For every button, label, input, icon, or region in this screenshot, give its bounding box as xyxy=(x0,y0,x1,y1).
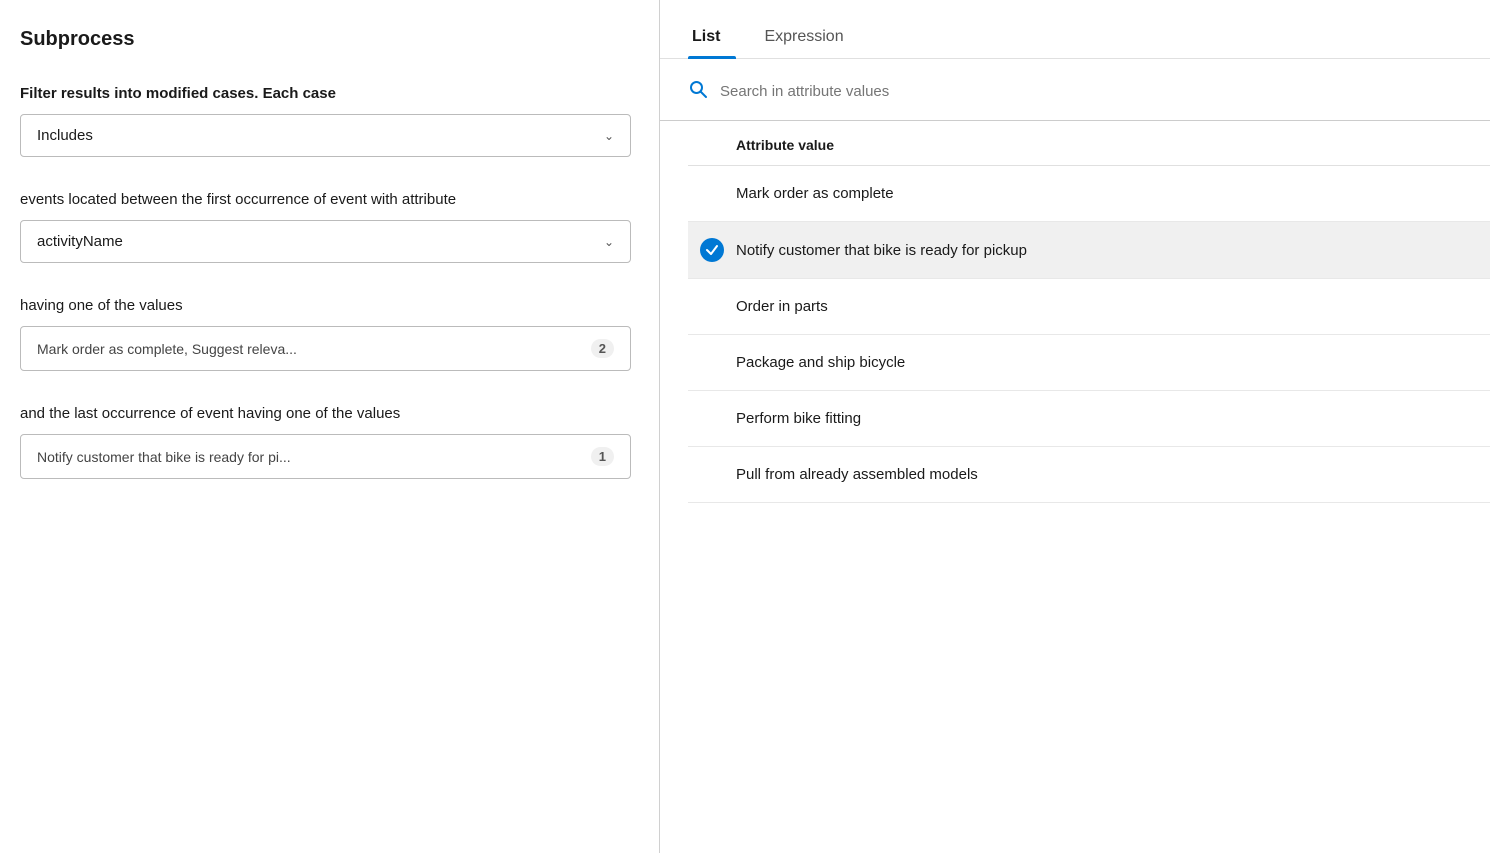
list-item[interactable]: Notify customer that bike is ready for p… xyxy=(688,222,1490,279)
last-occurrence-section: and the last occurrence of event having … xyxy=(20,403,631,507)
list-item-text: Mark order as complete xyxy=(736,185,894,202)
check-circle xyxy=(700,238,724,262)
list-item-text: Order in parts xyxy=(736,298,828,315)
list-item[interactable]: Order in parts xyxy=(688,279,1490,335)
search-icon xyxy=(688,79,708,104)
last-values-text: Notify customer that bike is ready for p… xyxy=(37,449,583,465)
last-values-field[interactable]: Notify customer that bike is ready for p… xyxy=(20,434,631,479)
includes-chevron-icon: ⌄ xyxy=(604,129,614,143)
list-item-text: Package and ship bicycle xyxy=(736,354,905,371)
tab-list[interactable]: List xyxy=(688,20,736,58)
includes-dropdown[interactable]: Includes ⌄ xyxy=(20,114,631,157)
attribute-value: activityName xyxy=(37,233,123,250)
filter-section: Filter results into modified cases. Each… xyxy=(20,83,631,185)
list-area: Attribute value Mark order as complete N… xyxy=(660,121,1490,853)
search-input[interactable] xyxy=(720,83,1462,100)
tabs-bar: List Expression xyxy=(660,0,1490,59)
values-field[interactable]: Mark order as complete, Suggest releva..… xyxy=(20,326,631,371)
attribute-dropdown[interactable]: activityName ⌄ xyxy=(20,220,631,263)
values-field-text: Mark order as complete, Suggest releva..… xyxy=(37,341,583,357)
tab-expression[interactable]: Expression xyxy=(760,20,859,58)
search-area xyxy=(660,59,1490,121)
left-panel: Subprocess Filter results into modified … xyxy=(0,0,660,853)
list-item-text: Pull from already assembled models xyxy=(736,466,978,483)
list-item-text: Notify customer that bike is ready for p… xyxy=(736,242,1027,259)
panel-title: Subprocess xyxy=(20,28,631,51)
filter-label: Filter results into modified cases. Each… xyxy=(20,83,631,104)
list-items-container: Mark order as complete Notify customer t… xyxy=(688,166,1490,503)
attribute-chevron-icon: ⌄ xyxy=(604,235,614,249)
list-item[interactable]: Perform bike fitting xyxy=(688,391,1490,447)
events-label: events located between the first occurre… xyxy=(20,189,631,210)
list-item[interactable]: Mark order as complete xyxy=(688,166,1490,222)
values-badge: 2 xyxy=(591,339,614,358)
values-label: having one of the values xyxy=(20,295,631,316)
events-section: events located between the first occurre… xyxy=(20,189,631,291)
check-area xyxy=(688,238,736,262)
list-item-text: Perform bike fitting xyxy=(736,410,861,427)
includes-value: Includes xyxy=(37,127,93,144)
last-values-badge: 1 xyxy=(591,447,614,466)
list-item[interactable]: Package and ship bicycle xyxy=(688,335,1490,391)
right-panel: List Expression Attribute value Mark ord… xyxy=(660,0,1490,853)
values-section: having one of the values Mark order as c… xyxy=(20,295,631,399)
last-occurrence-label: and the last occurrence of event having … xyxy=(20,403,631,424)
list-header: Attribute value xyxy=(688,121,1490,166)
list-item[interactable]: Pull from already assembled models xyxy=(688,447,1490,503)
